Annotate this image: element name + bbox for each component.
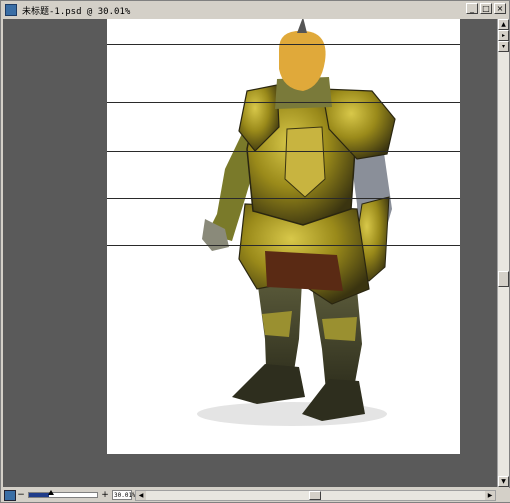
- navigator-icon[interactable]: [4, 489, 16, 501]
- guide-line[interactable]: [107, 44, 460, 45]
- document-window: 未标题-1.psd @ 30.01% _ □ × ▲ ▸ ▾ ▼ − + 30.…: [0, 0, 510, 503]
- vertical-scrollbar[interactable]: ▲ ▸ ▾ ▼: [497, 19, 509, 487]
- minimize-button[interactable]: _: [466, 3, 478, 14]
- title-bar[interactable]: 未标题-1.psd @ 30.01% _ □ ×: [2, 2, 508, 18]
- status-bar: − + 30.01% ◀ ▶: [2, 488, 510, 502]
- vertical-scroll-thumb[interactable]: [498, 271, 509, 287]
- app-icon: [5, 4, 17, 16]
- knee-right: [322, 317, 357, 341]
- knee-left: [262, 311, 292, 337]
- guide-line[interactable]: [107, 151, 460, 152]
- document-canvas[interactable]: [107, 19, 460, 454]
- right-boot: [302, 379, 365, 421]
- guide-line[interactable]: [107, 198, 460, 199]
- window-title: 未标题-1.psd @ 30.01%: [22, 6, 131, 17]
- close-button[interactable]: ×: [494, 3, 506, 14]
- scroll-down-button[interactable]: ▼: [498, 476, 509, 487]
- scroll-btn-2[interactable]: ▸: [498, 30, 509, 41]
- guide-line[interactable]: [107, 102, 460, 103]
- scroll-up-button[interactable]: ▲: [498, 19, 509, 30]
- faulds: [265, 251, 343, 291]
- horizontal-scroll-thumb[interactable]: [309, 490, 321, 500]
- scroll-right-button[interactable]: ▶: [485, 490, 495, 500]
- zoom-out-icon[interactable]: −: [16, 490, 26, 501]
- window-controls: _ □ ×: [466, 3, 506, 14]
- zoom-slider[interactable]: [28, 490, 98, 498]
- scroll-btn-3[interactable]: ▾: [498, 41, 509, 52]
- maximize-button[interactable]: □: [480, 3, 492, 14]
- pasteboard[interactable]: [3, 19, 497, 487]
- zoom-level-field[interactable]: 30.01%: [112, 490, 136, 500]
- guide-line[interactable]: [107, 245, 460, 246]
- zoom-slider-thumb[interactable]: [48, 490, 55, 495]
- knight-artwork: [197, 19, 396, 426]
- zoom-slider-fill: [29, 493, 50, 497]
- horizontal-scrollbar[interactable]: ◀ ▶: [135, 489, 496, 501]
- head-plume: [297, 19, 307, 33]
- zoom-in-icon[interactable]: +: [100, 490, 110, 501]
- left-boot: [232, 364, 305, 404]
- scroll-left-button[interactable]: ◀: [136, 490, 146, 500]
